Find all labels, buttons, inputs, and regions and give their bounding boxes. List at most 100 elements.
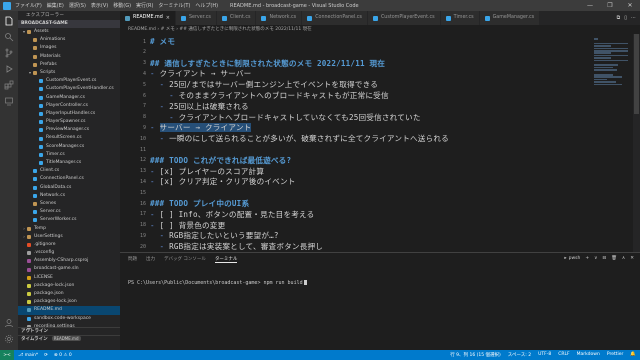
tree-item[interactable]: Assembly-CSharp.csproj [18, 257, 120, 265]
encoding-status[interactable]: UTF-8 [538, 352, 551, 358]
code-line[interactable]: 5 - 25回/まではサーバー側エンジン上でイベントを取得できる [120, 79, 630, 90]
code-line[interactable]: 18- [ ] 背景色の変更 [120, 220, 630, 231]
tree-item[interactable]: TitleManager.cs [18, 159, 120, 167]
tree-item[interactable]: GlobalData.cs [18, 184, 120, 192]
problems-status[interactable]: ⊗ 0 ⚠ 0 [54, 353, 72, 358]
code-line[interactable]: 6 - そのままクライアントへのブロードキャストもが正常に受信 [120, 90, 630, 101]
menu-go[interactable]: 移動(G) [113, 2, 131, 9]
editor-tab[interactable]: Server.cs [175, 11, 217, 25]
extensions-icon[interactable] [3, 79, 15, 91]
menu-file[interactable]: ファイル(F) [15, 2, 42, 9]
kill-terminal-button[interactable]: 🗑 [611, 256, 617, 261]
tree-item[interactable]: Server.cs [18, 208, 120, 216]
markdown-editor[interactable]: 1 # メモ 2 3 ## 通信しすぎたときに制限された状態のメモ 2022/11/11… [120, 34, 640, 252]
tree-item[interactable]: ResultScreen.cs [18, 134, 120, 142]
menu-help[interactable]: ヘルプ(H) [195, 2, 218, 9]
toggle-preview-button[interactable]: ▯ [624, 15, 627, 21]
code-line[interactable]: 2 [120, 47, 630, 58]
code-line[interactable]: 16 ### TODO プレイ中のUI系 [120, 198, 630, 209]
remote-explorer-icon[interactable] [3, 95, 15, 107]
search-icon[interactable] [3, 31, 15, 43]
panel-tab-debug-console[interactable]: デバッグ コンソール [164, 256, 206, 263]
tree-item[interactable]: Network.cs [18, 192, 120, 200]
menu-view[interactable]: 表示(V) [91, 2, 108, 9]
tree-item[interactable]: PlayerSpawner.cs [18, 118, 120, 126]
tree-item[interactable]: Images [18, 44, 120, 52]
tree-item[interactable]: ServerWorker.cs [18, 216, 120, 224]
tree-item[interactable]: › UserSettings [18, 233, 120, 241]
outline-section-header[interactable]: アウトライン [18, 327, 120, 335]
code-line[interactable]: 10 - 一瞬のにして送られることが多いが、破棄されずに全てクライアントへ送られ… [120, 133, 630, 144]
workspace-folder-header[interactable]: BROADCAST-GAME [18, 20, 120, 28]
tree-item[interactable]: Animations [18, 36, 120, 44]
scrollbar-thumb[interactable] [634, 34, 639, 114]
tree-item[interactable]: broadcast-game.sln [18, 265, 120, 273]
tree-item[interactable]: › Temp [18, 225, 120, 233]
panel-tab-problems[interactable]: 問題 [128, 256, 137, 263]
indentation-status[interactable]: スペース: 2 [508, 352, 531, 358]
tree-item[interactable]: ScoreManager.cs [18, 143, 120, 151]
source-control-icon[interactable] [3, 47, 15, 59]
maximize-button[interactable]: ❐ [600, 0, 620, 11]
breadcrumb[interactable]: README.md › # メモ › ## 通信しすぎたときに制限された状態のメ… [120, 25, 640, 34]
menu-terminal[interactable]: ターミナル(T) [158, 2, 190, 9]
menu-run[interactable]: 実行(R) [136, 2, 153, 9]
code-line[interactable]: 7 - 25回以上は破棄される [120, 101, 630, 112]
editor-tab[interactable]: Timer.cs [440, 11, 480, 25]
editor-tab[interactable]: GameManager.cs [479, 11, 541, 25]
tree-item[interactable]: PlayerInputHandler.cs [18, 110, 120, 118]
panel-tab-terminal[interactable]: ターミナル [214, 256, 238, 263]
editor-tab[interactable]: CustomPlayerEvent.cs [367, 11, 441, 25]
tree-item[interactable]: package-lock.json [18, 282, 120, 290]
code-line[interactable]: 13- [x] プレイヤーのスコア計算 [120, 166, 630, 177]
tree-item[interactable]: PreviewManager.cs [18, 126, 120, 134]
tree-item[interactable]: PlayerController.cs [18, 102, 120, 110]
tree-item[interactable]: ▾ Scripts [18, 69, 120, 77]
code-line[interactable]: 11 [120, 144, 630, 155]
editor-tab[interactable]: Client.cs [216, 11, 257, 25]
menu-selection[interactable]: 選択(S) [69, 2, 86, 9]
editor-tab[interactable]: README.md × [120, 11, 176, 25]
code-line[interactable]: 1 # メモ [120, 36, 630, 47]
terminal-prompt[interactable]: PS C:\Users\Public\Documents\broadcast-g… [128, 280, 307, 286]
code-line[interactable]: 12 ### TODO これができれば最低遊べる? [120, 155, 630, 166]
tree-item[interactable]: package.json [18, 290, 120, 298]
new-terminal-button[interactable]: + [585, 256, 589, 261]
code-line[interactable]: 17- [ ] Info、ボタンの配置・見た目を考える [120, 209, 630, 220]
remote-indicator[interactable]: >< [0, 350, 14, 360]
code-line[interactable]: 19 - RGB指定したいという要望が…? [120, 230, 630, 241]
tree-item[interactable]: .vsconfig [18, 249, 120, 257]
code-line[interactable]: 9- サーバー → クライアント [120, 122, 630, 133]
split-editor-button[interactable]: ⧉ [617, 15, 621, 21]
editor-tab[interactable]: ConnectionPanel.cs [302, 11, 368, 25]
tree-item[interactable]: CustomPlayerEventHandler.cs [18, 85, 120, 93]
tree-item[interactable]: .gitignore [18, 241, 120, 249]
sync-icon[interactable]: ⟳ [44, 353, 48, 358]
terminal-dropdown-button[interactable]: ∨ [594, 256, 597, 261]
panel-tab-output[interactable]: 出力 [146, 256, 155, 263]
timeline-section-header[interactable]: タイムライン README.md [18, 335, 120, 343]
code-line[interactable]: 8 - クライアントへブロードキャストしていなくても25回受信されていた [120, 112, 630, 123]
split-terminal-button[interactable]: ⊟ [602, 256, 606, 261]
tree-item[interactable]: Prefabs [18, 61, 120, 69]
run-debug-icon[interactable] [3, 63, 15, 75]
code-line[interactable]: 3 ## 通信しすぎたときに制限された状態のメモ 2022/11/11 現在 [120, 58, 630, 69]
editor-scrollbar[interactable] [633, 34, 640, 252]
code-line[interactable]: 14- [x] クリア判定・クリア後のイベント [120, 176, 630, 187]
settings-gear-icon[interactable] [3, 333, 15, 345]
close-tab-icon[interactable]: × [166, 11, 170, 25]
tree-item[interactable]: packages-lock.json [18, 298, 120, 306]
menu-edit[interactable]: 編集(E) [47, 2, 64, 9]
prettier-status[interactable]: Prettier [607, 352, 624, 358]
tree-item[interactable]: GameManager.cs [18, 94, 120, 102]
more-actions-button[interactable]: ⋯ [631, 15, 636, 21]
tree-item[interactable]: sandbox.code-workspace [18, 315, 120, 323]
tree-item[interactable]: ConnectionPanel.cs [18, 175, 120, 183]
tree-item[interactable]: ▾ Assets [18, 28, 120, 36]
tree-item[interactable]: Scenes [18, 200, 120, 208]
code-line[interactable]: 15 [120, 187, 630, 198]
tree-item[interactable]: README.md [18, 306, 120, 315]
tree-item[interactable]: Client.cs [18, 167, 120, 175]
code-line[interactable]: 20 - RGB指定は実装案として、審査ボタン長押し [120, 241, 630, 252]
editor-tab[interactable]: Network.cs [256, 11, 303, 25]
